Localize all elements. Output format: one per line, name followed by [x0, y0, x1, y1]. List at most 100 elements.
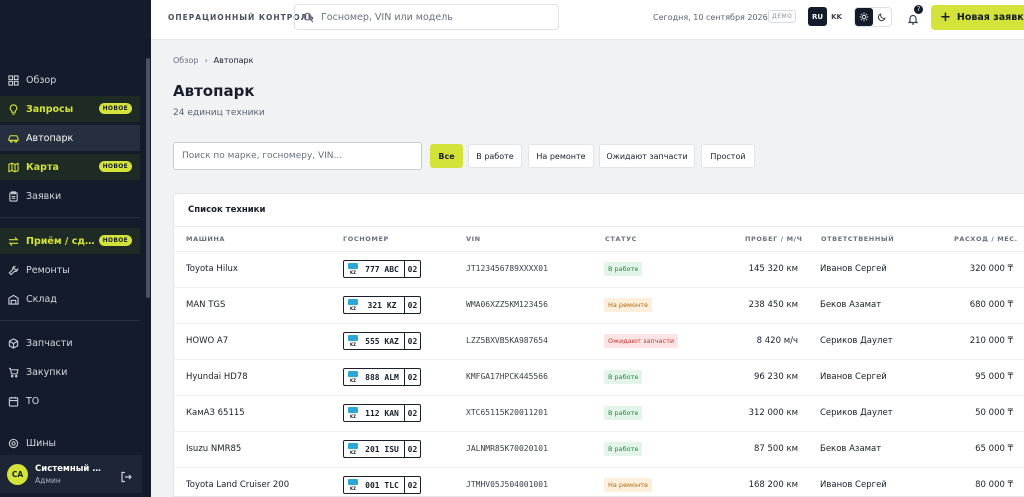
- monthly-cost: 210 000 ₸: [969, 336, 1013, 346]
- responsible-person: Иванов Сергей: [820, 264, 887, 274]
- filter-chip-awaiting-parts[interactable]: Ожидают запчасти: [599, 144, 695, 168]
- kz-flag-icon: KZ: [346, 405, 360, 421]
- col-cost[interactable]: РАСХОД / МЕС.: [954, 235, 1018, 243]
- sidebar-item-map[interactable]: Карта НОВОЕ: [0, 154, 140, 180]
- license-plate: KZ 001 TLC 02: [343, 476, 421, 494]
- calendar-icon: [8, 396, 19, 407]
- sidebar-item-fleet[interactable]: Автопарк: [0, 125, 140, 151]
- plate-number: 201 ISU: [360, 441, 405, 457]
- license-plate: KZ 888 ALM 02: [343, 368, 421, 386]
- col-vin[interactable]: VIN: [466, 235, 481, 243]
- sidebar-item-parts[interactable]: Запчасти: [0, 330, 140, 356]
- col-machine[interactable]: МАШИНА: [186, 235, 225, 243]
- sun-icon[interactable]: [855, 8, 873, 26]
- moon-icon[interactable]: [873, 8, 891, 26]
- table-row[interactable]: Toyota Land Cruiser 200 KZ 001 TLC 02 JTMHV0…: [174, 468, 1024, 497]
- plus-icon: +: [940, 10, 951, 25]
- sidebar-item-purchases[interactable]: Закупки: [0, 359, 140, 385]
- sidebar-item-maintenance[interactable]: ТО: [0, 388, 140, 414]
- grid-icon: [8, 74, 19, 86]
- machine-name: Isuzu NMR85: [186, 444, 242, 454]
- plate-region: 02: [407, 444, 418, 454]
- col-plate[interactable]: ГОСНОМЕР: [343, 235, 389, 243]
- sidebar-item-label: Заявки: [26, 190, 62, 202]
- kz-flag-icon: KZ: [346, 261, 360, 277]
- table-row[interactable]: MAN TGS KZ 321 KZ 02 WMA06XZZ5KM123456 На рем…: [174, 288, 1024, 324]
- status-badge: На ремонте: [604, 478, 652, 492]
- plate-number: 001 TLC: [360, 477, 405, 493]
- filter-chip-working[interactable]: В работе: [468, 144, 522, 168]
- plate-number: 112 KAN: [360, 405, 405, 421]
- mileage: 87 500 км: [754, 444, 798, 454]
- fleet-search-input[interactable]: Поиск по марке, госномеру, VIN...: [173, 142, 422, 170]
- plate-number: 321 KZ: [360, 297, 405, 313]
- new-badge: НОВОЕ: [98, 161, 132, 172]
- fleet-table-card: Список техники МАШИНА ГОСНОМЕР VIN СТАТУ…: [173, 193, 1024, 497]
- sidebar-item-handover[interactable]: Приём / сдача НОВОЕ: [0, 228, 140, 254]
- machine-name: MAN TGS: [186, 300, 226, 310]
- filter-chip-repair[interactable]: На ремонте: [528, 144, 594, 168]
- clipboard-icon: [8, 190, 19, 202]
- package-icon: [8, 337, 19, 349]
- sidebar-scrollbar[interactable]: [146, 58, 150, 298]
- license-plate: KZ 777 ABC 02: [343, 260, 421, 278]
- responsible-person: Беков Азамат: [820, 444, 882, 454]
- new-request-button[interactable]: + Новая заявка: [931, 5, 1024, 30]
- license-plate: KZ 321 KZ 02: [343, 296, 421, 314]
- vin-code: KMFGA17HPCK445566: [466, 372, 548, 381]
- lang-ru-button[interactable]: RU: [808, 7, 827, 26]
- table-row[interactable]: Hyundai HD78 KZ 888 ALM 02 KMFGA17HPCK445566…: [174, 360, 1024, 396]
- breadcrumb-root[interactable]: Обзор: [173, 56, 198, 65]
- sidebar-item-orders[interactable]: Заявки: [0, 183, 140, 209]
- plate-number: 777 ABC: [360, 261, 405, 277]
- sidebar-item-repairs[interactable]: Ремонты: [0, 257, 140, 283]
- license-plate: KZ 201 ISU 02: [343, 440, 421, 458]
- wrench-icon: [8, 265, 19, 276]
- table-row[interactable]: Toyota Hilux KZ 777 ABC 02 JT123456789XXXX01…: [174, 252, 1024, 288]
- col-mileage[interactable]: ПРОБЕГ / М/Ч: [745, 235, 802, 243]
- table-row[interactable]: HOWO A7 KZ 555 KAZ 02 LZZ5BXVB5KA987654 Ожида…: [174, 324, 1024, 360]
- avatar[interactable]: СА: [7, 463, 28, 485]
- col-owner[interactable]: ОТВЕТСТВЕННЫЙ: [821, 235, 894, 243]
- sidebar-item-label: Закупки: [26, 366, 68, 378]
- vin-code: JT123456789XXXX01: [466, 264, 548, 273]
- kz-flag-icon: KZ: [346, 477, 360, 493]
- search-icon: [303, 12, 314, 23]
- plate-region: 02: [407, 372, 418, 382]
- sidebar-item-tires[interactable]: Шины: [0, 433, 140, 455]
- license-plate: KZ 112 KAN 02: [343, 404, 421, 422]
- sidebar-item-label: Обзор: [26, 74, 57, 86]
- chevron-right-icon: ›: [204, 56, 208, 65]
- sidebar-item-requests[interactable]: Запросы НОВОЕ: [0, 96, 140, 122]
- topbar-title: ОПЕРАЦИОННЫЙ КОНТРОЛЬ: [168, 13, 315, 22]
- plate-region: 02: [407, 480, 418, 490]
- machine-name: Hyundai HD78: [186, 372, 248, 382]
- kz-flag-icon: KZ: [346, 297, 360, 313]
- monthly-cost: 65 000 ₸: [975, 444, 1013, 454]
- lang-kk-button[interactable]: KK: [827, 7, 846, 26]
- today-date: Сегодня, 10 сентября 2026: [653, 13, 768, 22]
- theme-toggle[interactable]: [854, 7, 892, 27]
- sidebar-item-label: Приём / сдача: [26, 235, 98, 247]
- logout-icon[interactable]: [120, 468, 132, 483]
- sidebar-item-overview[interactable]: Обзор: [0, 67, 140, 93]
- search-placeholder: Госномер, VIN или модель: [321, 11, 453, 23]
- monthly-cost: 680 000 ₸: [969, 300, 1013, 310]
- mileage: 145 320 км: [748, 264, 798, 274]
- responsible-person: Иванов Сергей: [820, 480, 887, 490]
- machine-name: HOWO A7: [186, 336, 229, 346]
- sidebar-item-warehouse[interactable]: Склад: [0, 286, 140, 312]
- table-row[interactable]: Isuzu NMR85 KZ 201 ISU 02 JALNMR85K70020101 В…: [174, 432, 1024, 468]
- plate-region: 02: [407, 336, 418, 346]
- table-row[interactable]: КамАЗ 65115 KZ 112 KAN 02 XTC65115K20011201 В…: [174, 396, 1024, 432]
- plate-number: 888 ALM: [360, 369, 405, 385]
- col-status[interactable]: СТАТУС: [605, 235, 637, 243]
- page-subtitle: 24 единиц техники: [173, 108, 265, 118]
- filter-chip-all[interactable]: Все: [430, 144, 463, 168]
- filter-chip-idle[interactable]: Простой: [701, 144, 755, 168]
- global-search-input[interactable]: Госномер, VIN или модель: [294, 4, 559, 30]
- machine-name: Toyota Land Cruiser 200: [186, 480, 290, 490]
- plate-region: 02: [407, 408, 418, 418]
- sidebar-divider: [0, 320, 140, 321]
- mileage: 238 450 км: [748, 300, 798, 310]
